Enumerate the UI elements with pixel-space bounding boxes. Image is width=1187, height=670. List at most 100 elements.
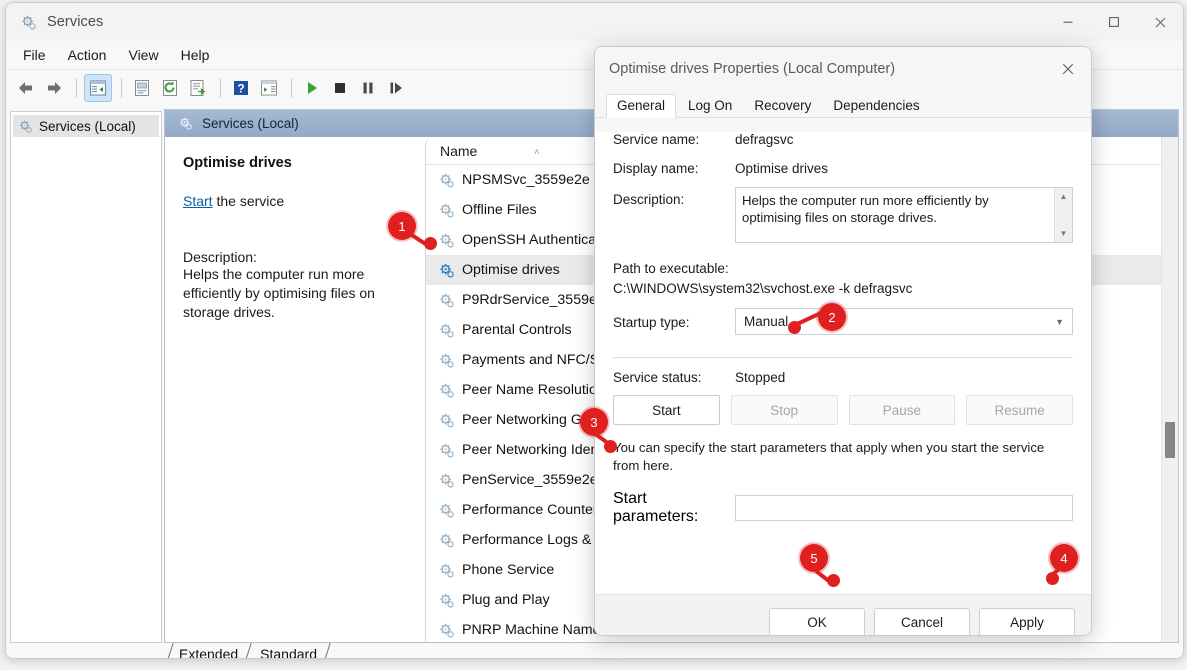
window-titlebar: Services: [6, 3, 1183, 41]
list-scrollbar-thumb[interactable]: [1165, 422, 1175, 458]
service-gear-icon: [437, 321, 456, 340]
tab-log-on[interactable]: Log On: [678, 95, 742, 117]
path-to-executable-label: Path to executable:: [613, 261, 729, 276]
export-list-icon[interactable]: [185, 75, 211, 101]
service-properties-dialog: Optimise drives Properties (Local Comput…: [594, 46, 1092, 636]
menu-item-view[interactable]: View: [117, 44, 169, 66]
service-gear-icon: [437, 471, 456, 490]
apply-button[interactable]: Apply: [979, 607, 1075, 635]
back-icon[interactable]: [13, 75, 39, 101]
start-parameters-input[interactable]: [735, 495, 1073, 521]
scroll-up-icon[interactable]: ▲: [1055, 189, 1072, 204]
startup-type-select[interactable]: Manual ▼: [735, 308, 1073, 335]
service-gear-icon: [437, 381, 456, 400]
service-status-row: Service status: Stopped: [595, 370, 1091, 385]
callout-3-bubble: 3: [580, 408, 608, 436]
callout-1-bubble: 1: [388, 212, 416, 240]
service-gear-icon: [437, 291, 456, 310]
startup-type-value: Manual: [744, 314, 789, 329]
show-hide-action-pane-icon[interactable]: [256, 75, 282, 101]
forward-icon[interactable]: [41, 75, 67, 101]
start-parameters-row: Start parameters:: [595, 490, 1091, 526]
callout-3-dot: [604, 440, 617, 453]
restart-service-icon[interactable]: [383, 75, 409, 101]
description-scrollbar[interactable]: ▲ ▼: [1054, 188, 1072, 242]
ok-button[interactable]: OK: [769, 607, 865, 635]
menu-item-help[interactable]: Help: [170, 44, 221, 66]
service-gear-icon: [437, 201, 456, 220]
display-name-label: Display name:: [613, 161, 699, 176]
list-item-label: Parental Controls: [462, 322, 572, 338]
toolbar-separator: [121, 77, 122, 98]
sidebar-item-services-local[interactable]: Services (Local): [13, 115, 159, 137]
scroll-down-icon[interactable]: ▼: [1055, 226, 1072, 241]
results-pane-title: Services (Local): [202, 116, 299, 131]
callout-1-dot: [424, 237, 437, 250]
cancel-button[interactable]: Cancel: [874, 607, 970, 635]
maximize-icon[interactable]: [1091, 3, 1137, 41]
console-tree-pane: Services (Local): [10, 111, 162, 643]
resume-button: Resume: [966, 395, 1073, 425]
description-textarea[interactable]: Helps the computer run more efficiently …: [735, 187, 1073, 243]
services-gear-icon: [19, 13, 37, 31]
tab-standard[interactable]: Standard: [248, 643, 327, 658]
menu-item-action[interactable]: Action: [57, 44, 118, 66]
service-status-value: Stopped: [735, 370, 786, 385]
section-divider: [613, 357, 1073, 358]
service-gear-icon: [437, 561, 456, 580]
start-parameters-label: Start parameters:: [613, 490, 699, 525]
screenshot-root: Services File Action View Help ? Service…: [0, 0, 1187, 670]
sidebar-item-label: Services (Local): [39, 118, 136, 134]
show-hide-console-tree-icon[interactable]: [84, 73, 112, 102]
menu-item-file[interactable]: File: [12, 44, 57, 66]
tab-dependencies[interactable]: Dependencies: [823, 95, 929, 117]
window-controls: [1045, 3, 1183, 41]
service-gear-icon: [437, 591, 456, 610]
service-name-row: Service name: defragsvc: [595, 132, 1091, 147]
detail-description-body: Helps the computer run more efficiently …: [183, 266, 375, 320]
callout-5-bubble: 5: [800, 544, 828, 572]
list-item-label: Offline Files: [462, 202, 537, 218]
stop-button: Stop: [730, 395, 838, 425]
refresh-icon[interactable]: [157, 75, 183, 101]
service-control-buttons: Start Stop Pause Resume: [595, 395, 1091, 425]
tab-recovery[interactable]: Recovery: [744, 95, 821, 117]
dialog-titlebar: Optimise drives Properties (Local Comput…: [595, 47, 1091, 91]
path-to-executable-value: C:\WINDOWS\system32\svchost.exe -k defra…: [613, 281, 913, 296]
help-icon[interactable]: ?: [228, 75, 254, 101]
service-status-label: Service status:: [613, 370, 702, 385]
column-header-name-label: Name: [440, 142, 478, 159]
svg-text:?: ?: [237, 81, 244, 95]
list-item-label: Optimise drives: [462, 262, 560, 278]
list-item-label: P9RdrService_3559e2e: [462, 292, 613, 308]
service-gear-icon: [437, 621, 456, 640]
start-service-icon[interactable]: [299, 75, 325, 101]
stop-service-icon[interactable]: [327, 75, 353, 101]
dialog-close-icon[interactable]: [1045, 47, 1091, 91]
column-header-name[interactable]: Name ˄: [426, 142, 540, 159]
description-text-value: Helps the computer run more efficiently …: [742, 193, 989, 225]
tab-general[interactable]: General: [606, 94, 677, 118]
properties-icon[interactable]: [129, 75, 155, 101]
view-tabs: Extended Standard: [164, 643, 1180, 658]
pause-service-icon[interactable]: [355, 75, 381, 101]
start-button[interactable]: Start: [613, 395, 720, 425]
minimize-icon[interactable]: [1045, 3, 1091, 41]
toolbar-separator: [220, 77, 221, 98]
chevron-down-icon: ▼: [1055, 316, 1064, 327]
toolbar-separator: [76, 77, 77, 98]
window-title: Services: [47, 14, 104, 30]
sort-ascending-icon: ˄: [534, 146, 540, 158]
dialog-title: Optimise drives Properties (Local Comput…: [609, 61, 896, 77]
service-gear-icon: [437, 351, 456, 370]
service-name-label: Service name:: [613, 132, 700, 147]
start-service-link[interactable]: Start: [183, 193, 213, 209]
toolbar-separator: [291, 77, 292, 98]
list-scrollbar[interactable]: [1161, 137, 1178, 642]
service-gear-icon: [437, 171, 456, 190]
close-icon[interactable]: [1137, 3, 1183, 41]
tab-extended[interactable]: Extended: [167, 643, 248, 658]
startup-type-label: Startup type:: [613, 315, 690, 330]
service-gear-icon: [437, 441, 456, 460]
detail-action-suffix: the service: [212, 193, 285, 209]
